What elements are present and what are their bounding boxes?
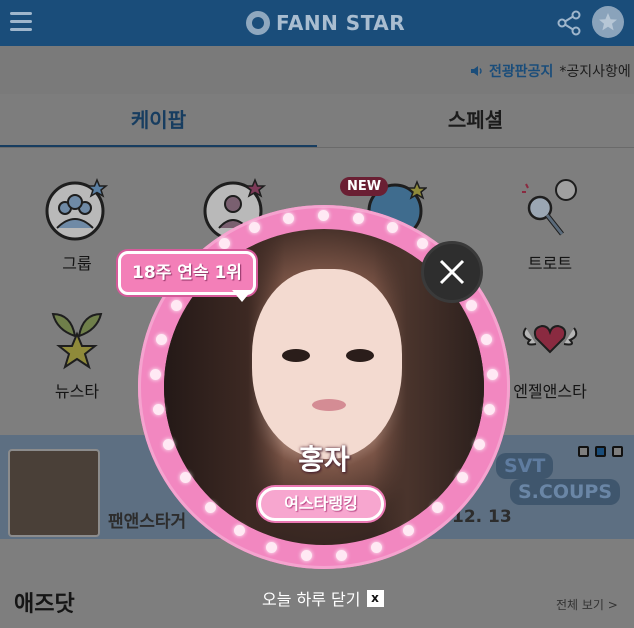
pagination-dot[interactable] <box>578 446 589 457</box>
ring-bulb <box>219 238 230 249</box>
ring-bulb <box>249 222 260 233</box>
ring-bulb <box>266 542 277 553</box>
dismiss-x-button[interactable]: x <box>366 589 384 607</box>
share-icon[interactable] <box>556 10 582 36</box>
ring-bulb <box>150 369 161 380</box>
main-tabs: 케이팝 스페셜 <box>0 94 634 148</box>
tab-special[interactable]: 스페셜 <box>317 94 634 148</box>
category-label: 뉴스타 <box>54 382 100 401</box>
top-app-bar: FANN STAR <box>0 0 634 46</box>
ring-bulb <box>156 334 167 345</box>
ring-bulb <box>371 542 382 553</box>
ring-bulb <box>484 404 495 415</box>
banner-pagination <box>578 446 623 457</box>
ring-bulb <box>387 222 398 233</box>
app-logo[interactable]: FANN STAR <box>246 9 405 37</box>
star-profile-icon[interactable] <box>592 6 624 38</box>
badge-tail <box>232 290 252 302</box>
consecutive-weeks-badge: 18주 연속 1위 <box>118 251 256 295</box>
photo-eye <box>282 349 310 362</box>
ring-bulb <box>403 525 414 536</box>
ring-bulb <box>301 550 312 561</box>
ring-bulb <box>283 213 294 224</box>
speaker-icon <box>471 66 482 76</box>
ring-bulb <box>171 300 182 311</box>
category-newstar[interactable]: 뉴스타 <box>17 306 137 402</box>
pagination-dot-active[interactable] <box>595 446 606 457</box>
dismiss-today-label: 오늘 하루 닫기 <box>262 590 361 609</box>
ring-bulb <box>417 238 428 249</box>
section-title: 애즈닷 <box>14 592 75 617</box>
banner-thumbnail <box>8 449 100 537</box>
ring-bulb <box>466 300 477 311</box>
group-icon <box>45 178 109 242</box>
notice-label: 전광판공지 <box>489 64 554 80</box>
notice-ticker[interactable]: 전광판공지 *공지사항에 <box>470 61 631 81</box>
dismiss-today[interactable]: 오늘 하루 닫기 x <box>262 586 384 610</box>
ring-bulb <box>318 210 329 221</box>
ring-bulb <box>432 502 443 513</box>
ring-bulb <box>487 369 498 380</box>
notice-bar: 전광판공지 *공지사항에 <box>0 46 634 94</box>
photo-lips <box>312 399 346 411</box>
photo-face <box>252 269 402 459</box>
ring-bulb <box>153 404 164 415</box>
ring-bulb <box>336 550 347 561</box>
ranking-category-pill: 여스타랭킹 <box>258 487 384 521</box>
new-badge: NEW <box>340 177 389 196</box>
ring-bulb <box>353 213 364 224</box>
logo-mark-icon <box>246 11 270 35</box>
ring-bulb <box>234 525 245 536</box>
microphone-icon <box>518 178 582 242</box>
banner-tag: S.COUPS <box>510 479 621 505</box>
popup-close-button[interactable] <box>421 241 483 303</box>
winged-heart-icon <box>518 306 582 370</box>
notice-text: *공지사항에 <box>559 64 631 80</box>
hamburger-icon[interactable] <box>10 12 32 32</box>
sprout-star-icon <box>45 306 109 370</box>
ring-bulb <box>481 334 492 345</box>
artist-name: 홍자 <box>298 443 350 476</box>
pagination-dot[interactable] <box>612 446 623 457</box>
see-all-link[interactable]: 전체 보기 > <box>556 596 618 613</box>
logo-text: FANN STAR <box>276 11 406 35</box>
ring-bulb <box>205 502 216 513</box>
close-icon <box>439 259 465 285</box>
tab-kpop[interactable]: 케이팝 <box>0 94 317 148</box>
photo-eye <box>346 349 374 362</box>
